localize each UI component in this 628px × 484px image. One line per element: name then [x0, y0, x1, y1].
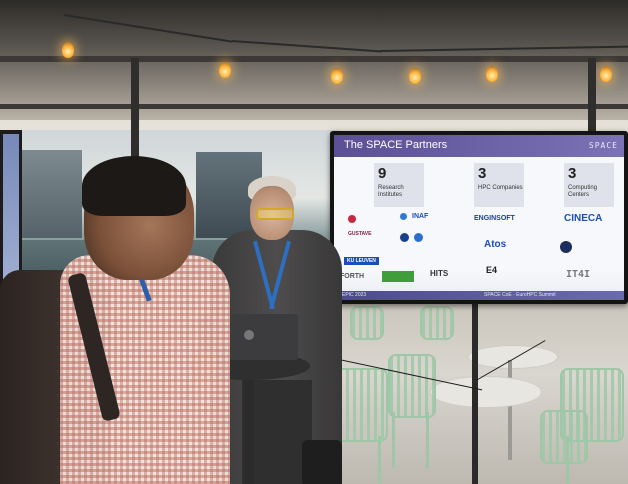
ceiling-beam	[0, 56, 628, 62]
logo-e4: E4	[486, 265, 498, 275]
terrace-chair	[350, 306, 384, 340]
stat-label: Computing Centers	[568, 185, 598, 198]
chair-leg	[378, 436, 381, 484]
slide-header: The SPACE Partners SPACE	[334, 135, 624, 157]
stat-number: 9	[378, 165, 387, 182]
photo: The SPACE Partners SPACE 9 Research Inst…	[0, 0, 628, 484]
chair-leg	[426, 412, 429, 468]
string-light-bulb	[409, 68, 421, 84]
stat-number: 3	[478, 165, 487, 182]
stat-label: Research Institutes	[378, 185, 404, 198]
terrace-chair	[420, 306, 454, 340]
partner-logo-icon	[414, 233, 423, 242]
stat-number: 3	[568, 165, 577, 182]
high-table-leg	[244, 372, 254, 484]
slide-footer: EPIC 2023 SPACE CoE · EuroHPC Summit	[334, 291, 624, 300]
glasses-icon	[256, 208, 294, 220]
string-light-bulb	[600, 66, 612, 82]
footer-left-text: EPIC 2023	[342, 292, 367, 298]
footer-right-text: SPACE CoE · EuroHPC Summit	[484, 292, 556, 298]
string-light-bulb	[331, 68, 343, 84]
table-leg	[508, 360, 512, 460]
terrace-table	[430, 376, 542, 408]
logo-forth: FORTH	[340, 273, 365, 280]
inaf-dot-icon	[400, 213, 407, 220]
stat-research-institutes: 9 Research Institutes	[374, 163, 424, 207]
slide-title: The SPACE Partners	[344, 139, 448, 151]
university-seal-icon	[348, 215, 356, 223]
logo-hits: HITS	[430, 269, 449, 278]
presentation-slide: The SPACE Partners SPACE 9 Research Inst…	[334, 135, 624, 300]
ceiling-beam	[0, 104, 628, 109]
logo-enginsoft: ENGINSOFT	[474, 215, 515, 222]
terrace-chair	[540, 410, 588, 464]
logo-it4i: IT4I	[566, 269, 591, 280]
logo-inaf: INAF	[412, 213, 429, 220]
screen-stand	[472, 300, 478, 484]
logo-ku-leuven: KU LEUVEN	[344, 257, 379, 265]
partner-logo-icon	[560, 241, 572, 253]
string-light-bulb	[486, 66, 498, 82]
logo-cineca: CINECA	[564, 213, 603, 224]
pillar	[588, 58, 596, 142]
string-light-bulb	[219, 62, 231, 78]
string-light-bulb	[62, 42, 74, 58]
logo-atos: Atos	[484, 239, 507, 250]
building	[22, 150, 82, 238]
terrace-chair	[388, 354, 436, 418]
partner-logo-icon	[400, 233, 409, 242]
foreground-man-hair	[82, 156, 186, 216]
floor-bag	[302, 440, 342, 484]
stat-hpc-companies: 3 HPC Companies	[474, 163, 524, 207]
stat-label: HPC Companies	[478, 185, 523, 191]
laptop-logo-icon	[244, 330, 254, 340]
partner-logo-icon	[382, 271, 414, 282]
slide-brand-logo: SPACE	[588, 141, 618, 150]
display-screen: The SPACE Partners SPACE 9 Research Inst…	[330, 131, 628, 304]
stat-computing-centers: 3 Computing Centers	[564, 163, 614, 207]
chair-leg	[392, 412, 395, 468]
